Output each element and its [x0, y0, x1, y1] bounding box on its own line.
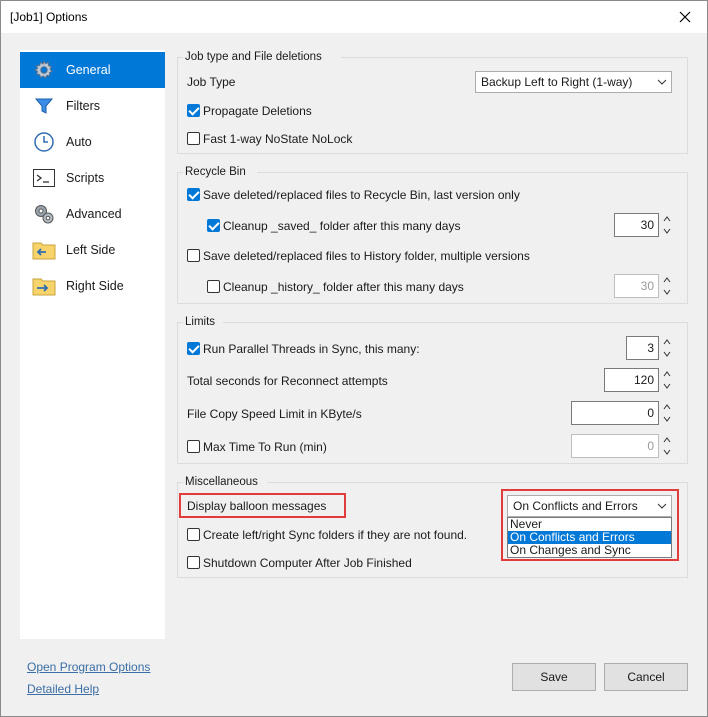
chevron-down-icon — [657, 79, 667, 85]
create-folders-label: Create left/right Sync folders if they a… — [203, 528, 468, 542]
open-program-options-link[interactable]: Open Program Options — [27, 660, 150, 674]
group-title-job-type: Job type and File deletions — [185, 51, 326, 63]
options-window: [Job1] Options General Filters Auto Scri… — [0, 0, 708, 717]
job-type-select-value: Backup Left to Right (1-way) — [481, 75, 633, 89]
create-folders-checkbox[interactable] — [187, 528, 200, 541]
window-title: [Job1] Options — [10, 10, 88, 24]
speed-limit-label: File Copy Speed Limit in KByte/s — [187, 407, 362, 421]
reconnect-spinner[interactable] — [662, 368, 672, 392]
cleanup-saved-days-input[interactable]: 30 — [614, 213, 659, 237]
fast-nostate-checkbox[interactable] — [187, 132, 200, 145]
sidebar-item-general[interactable]: General — [20, 52, 165, 88]
reconnect-input[interactable]: 120 — [604, 368, 659, 392]
chevron-down-icon — [657, 503, 667, 509]
sidebar-item-label: Auto — [66, 135, 92, 149]
fast-nostate-label: Fast 1-way NoState NoLock — [203, 132, 353, 146]
save-recycle-checkbox[interactable] — [187, 188, 200, 201]
sidebar-item-label: Advanced — [66, 207, 122, 221]
funnel-icon — [32, 94, 56, 118]
propagate-deletions-checkbox[interactable] — [187, 104, 200, 117]
job-type-select[interactable]: Backup Left to Right (1-way) — [475, 71, 672, 93]
parallel-threads-checkbox[interactable] — [187, 342, 200, 355]
spinner-arrows-icon — [663, 277, 671, 295]
sidebar-item-label: Filters — [66, 99, 101, 113]
sidebar-item-filters[interactable]: Filters — [20, 88, 165, 124]
title-bar: [Job1] Options — [1, 1, 707, 33]
spinner-arrows-icon — [663, 437, 671, 455]
dropdown-option-changes[interactable]: On Changes and Sync — [508, 544, 671, 557]
cancel-button[interactable]: Cancel — [604, 663, 688, 691]
close-icon — [679, 11, 691, 23]
max-time-label: Max Time To Run (min) — [203, 440, 327, 454]
spinner-arrows-icon — [663, 339, 671, 357]
shutdown-label: Shutdown Computer After Job Finished — [203, 556, 412, 570]
cleanup-history-days-input[interactable]: 30 — [614, 274, 659, 298]
sidebar-item-scripts[interactable]: Scripts — [20, 160, 165, 196]
sidebar-item-left-side[interactable]: Left Side — [20, 232, 165, 268]
cleanup-saved-label: Cleanup _saved_ folder after this many d… — [223, 219, 461, 233]
save-recycle-label: Save deleted/replaced files to Recycle B… — [203, 188, 520, 202]
spinner-arrows-icon — [663, 371, 671, 389]
parallel-threads-label: Run Parallel Threads in Sync, this many: — [203, 342, 420, 356]
balloon-select-value: On Conflicts and Errors — [513, 499, 638, 513]
folder-left-icon — [32, 238, 56, 262]
cleanup-saved-spinner[interactable] — [662, 213, 672, 237]
reconnect-label: Total seconds for Reconnect attempts — [187, 374, 388, 388]
save-history-label: Save deleted/replaced files to History f… — [203, 249, 530, 263]
sidebar-item-auto[interactable]: Auto — [20, 124, 165, 160]
folder-right-icon — [32, 274, 56, 298]
sidebar-item-label: Right Side — [66, 279, 124, 293]
detailed-help-link[interactable]: Detailed Help — [27, 682, 99, 696]
propagate-deletions-label: Propagate Deletions — [203, 104, 312, 118]
sidebar-item-label: General — [66, 63, 111, 77]
sidebar-item-label: Scripts — [66, 171, 105, 185]
sidebar: General Filters Auto Scripts Advanced Le… — [20, 50, 165, 639]
parallel-threads-input[interactable]: 3 — [626, 336, 659, 360]
balloon-messages-label: Display balloon messages — [187, 499, 327, 513]
job-type-label: Job Type — [187, 75, 236, 89]
clock-icon — [32, 130, 56, 154]
balloon-messages-select[interactable]: On Conflicts and Errors — [507, 495, 672, 517]
gear-icon — [32, 58, 56, 82]
parallel-threads-spinner[interactable] — [662, 336, 672, 360]
max-time-checkbox[interactable] — [187, 440, 200, 453]
cleanup-history-label: Cleanup _history_ folder after this many… — [223, 280, 464, 294]
group-title-recycle-bin: Recycle Bin — [185, 166, 250, 178]
save-history-checkbox[interactable] — [187, 249, 200, 262]
balloon-dropdown-list: Never On Conflicts and Errors On Changes… — [507, 517, 672, 558]
speed-limit-input[interactable]: 0 — [571, 401, 659, 425]
spinner-arrows-icon — [663, 216, 671, 234]
save-button[interactable]: Save — [512, 663, 596, 691]
group-title-limits: Limits — [185, 316, 220, 328]
sidebar-item-advanced[interactable]: Advanced — [20, 196, 165, 232]
cleanup-history-checkbox[interactable] — [207, 280, 220, 293]
close-button[interactable] — [663, 1, 707, 33]
spinner-arrows-icon — [663, 404, 671, 422]
gears-icon — [32, 202, 56, 226]
speed-limit-spinner[interactable] — [662, 401, 672, 425]
cleanup-saved-checkbox[interactable] — [207, 219, 220, 232]
terminal-icon — [32, 166, 56, 190]
max-time-spinner[interactable] — [662, 434, 672, 458]
max-time-input[interactable]: 0 — [571, 434, 659, 458]
group-title-misc: Miscellaneous — [185, 476, 262, 488]
shutdown-checkbox[interactable] — [187, 556, 200, 569]
cleanup-history-spinner[interactable] — [662, 274, 672, 298]
sidebar-item-right-side[interactable]: Right Side — [20, 268, 165, 304]
sidebar-item-label: Left Side — [66, 243, 116, 257]
